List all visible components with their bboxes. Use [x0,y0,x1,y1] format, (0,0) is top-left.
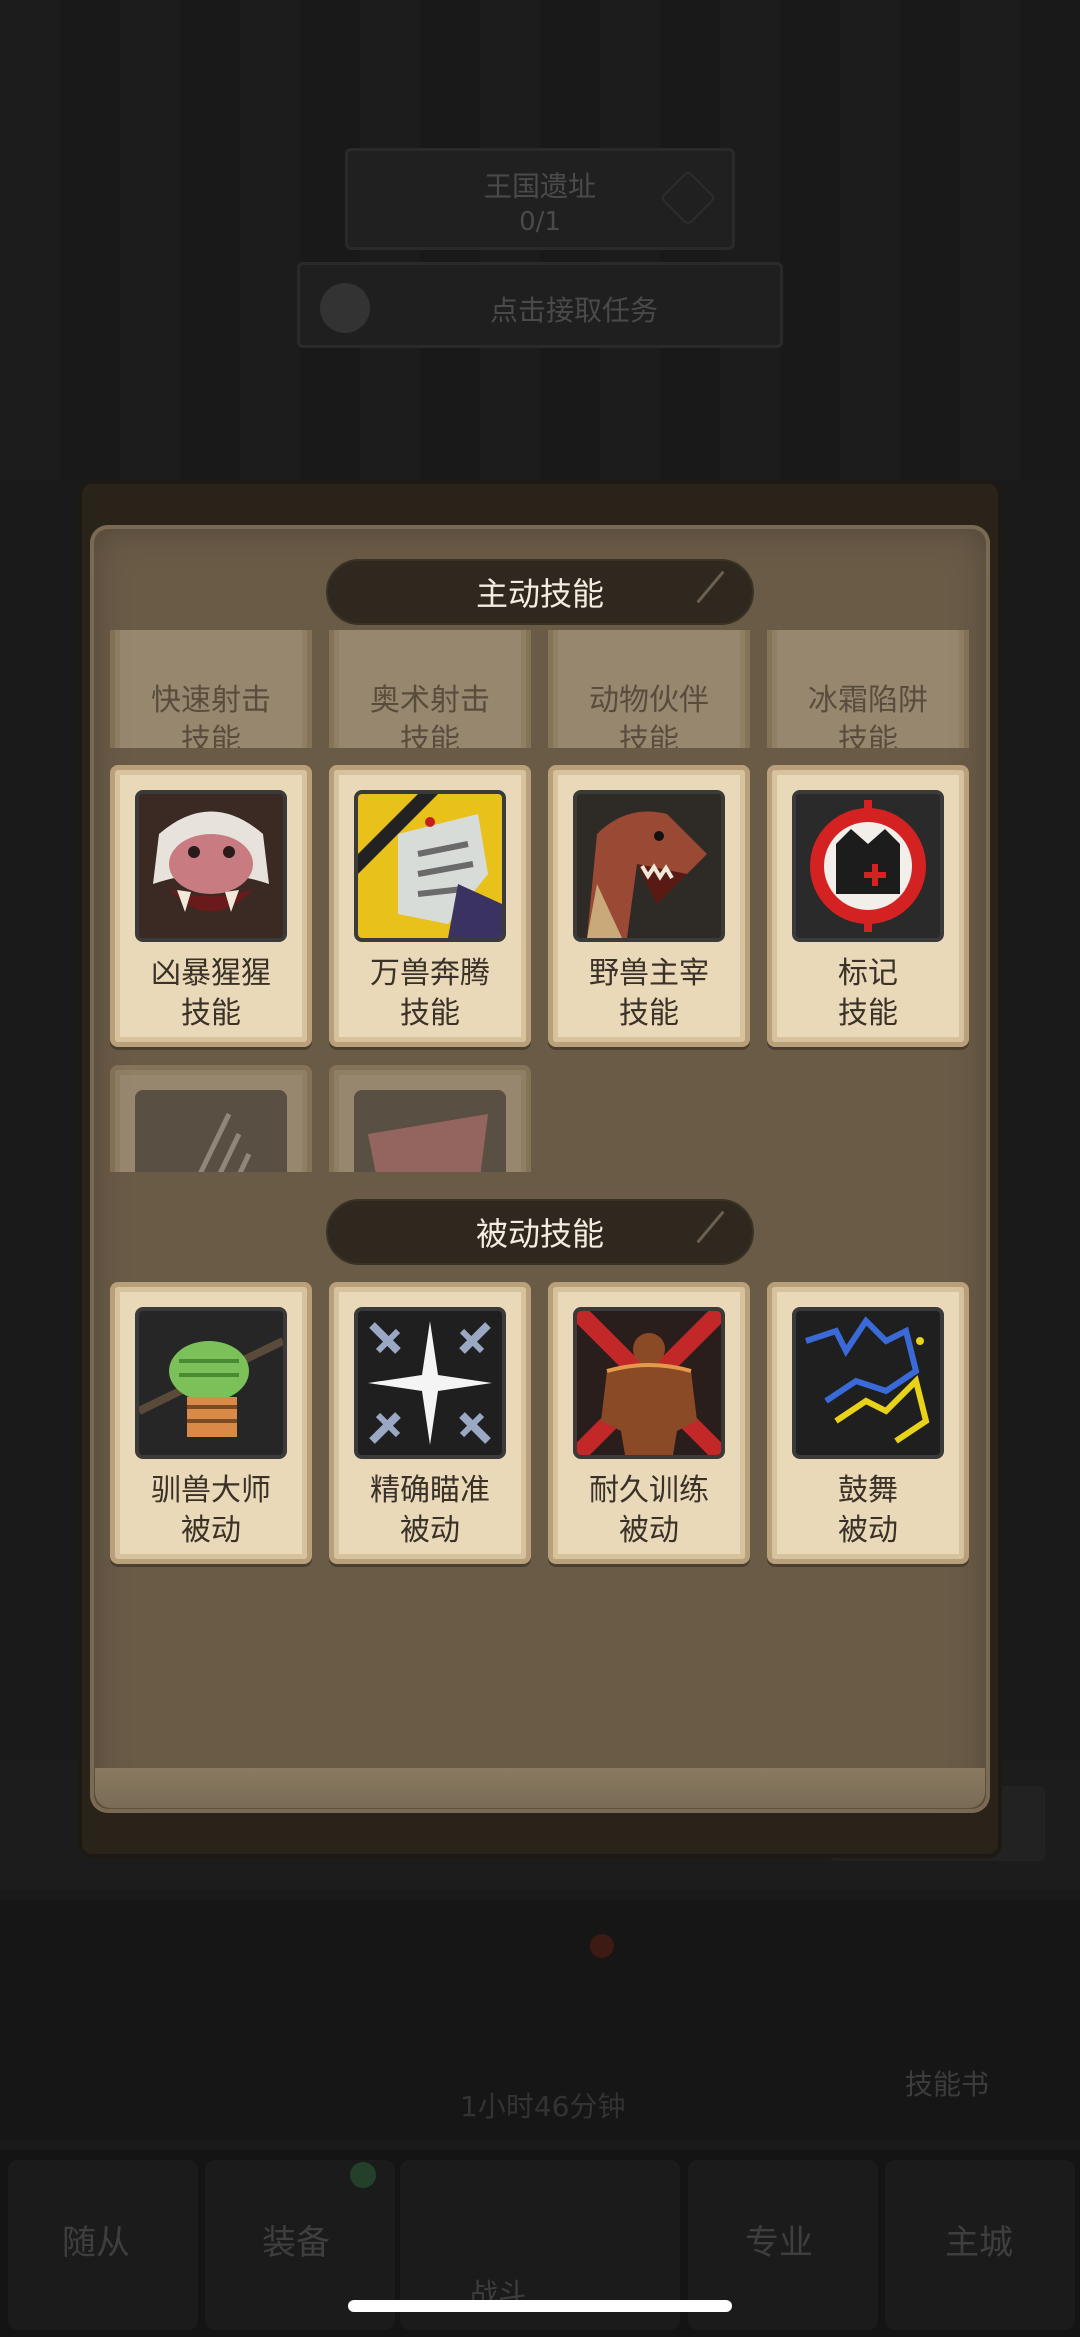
skill-name: 凶暴猩猩 [151,956,271,991]
ape-icon [135,790,287,942]
nav-label-followers: 随从 [62,2223,130,2263]
skill-kind: 技能 [181,723,241,748]
skill-card-pink-beast[interactable] [329,1065,531,1172]
skill-name: 精确瞄准 [370,1473,490,1508]
skill-card-endurance-training[interactable]: 耐久训练 被动 [548,1282,750,1564]
header-slash-decoration [696,570,725,604]
skill-book-label: 技能书 [905,2068,990,2101]
crosshair-icon [354,1307,506,1459]
active-skills-partial-row-bottom [108,1060,978,1172]
raptor-icon [573,790,725,942]
nav-label-equipment: 装备 [262,2223,330,2263]
skill-card-arcane-shot[interactable]: 奥术射击 技能 [329,630,531,748]
strongman-icon [573,1307,725,1459]
timer-text: 1小时46分钟 [460,2090,626,2123]
skill-card-hunters-mark[interactable]: 标记 技能 [767,765,969,1047]
skill-name: 鼓舞 [838,1473,898,1508]
skill-kind: 技能 [400,996,460,1031]
fist-icon [135,1307,287,1459]
accept-task-button: 点击接取任务 [297,262,783,348]
skills-modal-footer [95,1768,985,1808]
nav-label-profession: 专业 [745,2223,813,2263]
pink-beast-icon [354,1090,506,1172]
skill-name: 快速射击 [151,683,271,718]
nav-badge [350,2162,376,2188]
task-icon [320,283,370,333]
skill-kind: 被动 [838,1513,898,1548]
skill-name: 标记 [838,956,898,991]
home-indicator[interactable] [348,2300,732,2312]
skill-kind: 技能 [181,996,241,1031]
skill-name: 奥术射击 [370,683,490,718]
skill-kind: 被动 [400,1513,460,1548]
arrow-volley-icon [135,1090,287,1172]
skill-name: 万兽奔腾 [370,956,490,991]
skill-kind: 技能 [400,723,460,748]
notification-dot [590,1934,614,1958]
skill-kind: 被动 [181,1513,241,1548]
active-skills-title: 主动技能 [475,575,604,613]
skill-card-frost-trap[interactable]: 冰霜陷阱 技能 [767,630,969,748]
skill-card-arrow-volley[interactable] [110,1065,312,1172]
accept-task-label: 点击接取任务 [490,294,659,327]
nav-label-main-city: 主城 [945,2223,1013,2263]
skill-name: 动物伙伴 [589,683,709,718]
skill-card-beast-tamer[interactable]: 驯兽大师 被动 [110,1282,312,1564]
skill-name: 耐久训练 [589,1473,709,1508]
active-skills-partial-row-top: 快速射击 技能 奥术射击 技能 动物伙伴 技能 冰霜陷阱 技能 [108,630,978,748]
beast-stampede-icon [354,790,506,942]
skill-card-beast-master[interactable]: 野兽主宰 技能 [548,765,750,1047]
skill-kind: 技能 [838,723,898,748]
passive-skills-title: 被动技能 [475,1215,604,1253]
inspire-icon [792,1307,944,1459]
active-skills-header: 主动技能 [326,559,754,625]
skill-card-animal-companion[interactable]: 动物伙伴 技能 [548,630,750,748]
skill-card-inspire[interactable]: 鼓舞 被动 [767,1282,969,1564]
skill-kind: 被动 [619,1513,679,1548]
passive-skills-header: 被动技能 [326,1199,754,1265]
skill-card-ferocious-ape[interactable]: 凶暴猩猩 技能 [110,765,312,1047]
skill-name: 驯兽大师 [151,1473,271,1508]
header-slash-decoration [696,1210,725,1244]
skill-card-rapid-shot[interactable]: 快速射击 技能 [110,630,312,748]
hunters-mark-icon [792,790,944,942]
skill-card-beast-stampede[interactable]: 万兽奔腾 技能 [329,765,531,1047]
skill-kind: 技能 [619,996,679,1031]
skill-name: 冰霜陷阱 [808,683,928,718]
skill-card-precise-aim[interactable]: 精确瞄准 被动 [329,1282,531,1564]
skill-kind: 技能 [619,723,679,748]
skill-kind: 技能 [838,996,898,1031]
skill-name: 野兽主宰 [589,956,709,991]
